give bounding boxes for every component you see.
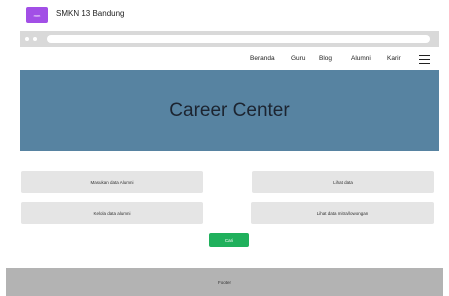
nav-item-beranda[interactable]: Beranda (250, 55, 275, 62)
nav-item-alumni[interactable]: Alumni (351, 55, 371, 62)
nav-item-guru[interactable]: Guru (291, 55, 305, 62)
window-dot-icon (25, 37, 29, 41)
window-dot-icon (33, 37, 37, 41)
browser-toolbar (20, 31, 439, 47)
site-title: SMKN 13 Bandung (56, 9, 125, 18)
card-label: Lihat data mitra/lowongan (316, 210, 369, 216)
logo-text: mm (33, 12, 41, 18)
button-label: Cari (224, 237, 234, 243)
card-label: Kelola data alumni (93, 210, 131, 216)
card-view-data[interactable]: Lihat data (252, 171, 434, 193)
primary-button[interactable]: Cari (209, 233, 249, 247)
address-bar[interactable] (47, 35, 430, 43)
card-input-alumni[interactable]: Masukan data Alumni (21, 171, 203, 193)
hero-title: Career Center (169, 99, 290, 121)
card-label: Lihat data (333, 179, 353, 185)
site-logo[interactable]: mm (26, 7, 48, 23)
hero-banner: Career Center (20, 70, 439, 151)
nav-item-karir[interactable]: Karir (387, 55, 401, 62)
page-footer: Footer (6, 268, 443, 296)
footer-text: Footer (217, 279, 231, 285)
app-header: mm SMKN 13 Bandung (0, 0, 449, 30)
card-view-partners[interactable]: Lihat data mitra/lowongan (251, 202, 434, 224)
hamburger-menu-icon[interactable] (419, 55, 430, 64)
main-navigation: Beranda Guru Blog Alumni Karir (20, 48, 439, 70)
card-label: Masukan data Alumni (90, 179, 134, 185)
card-manage-alumni[interactable]: Kelola data alumni (21, 202, 203, 224)
nav-item-blog[interactable]: Blog (319, 55, 332, 62)
